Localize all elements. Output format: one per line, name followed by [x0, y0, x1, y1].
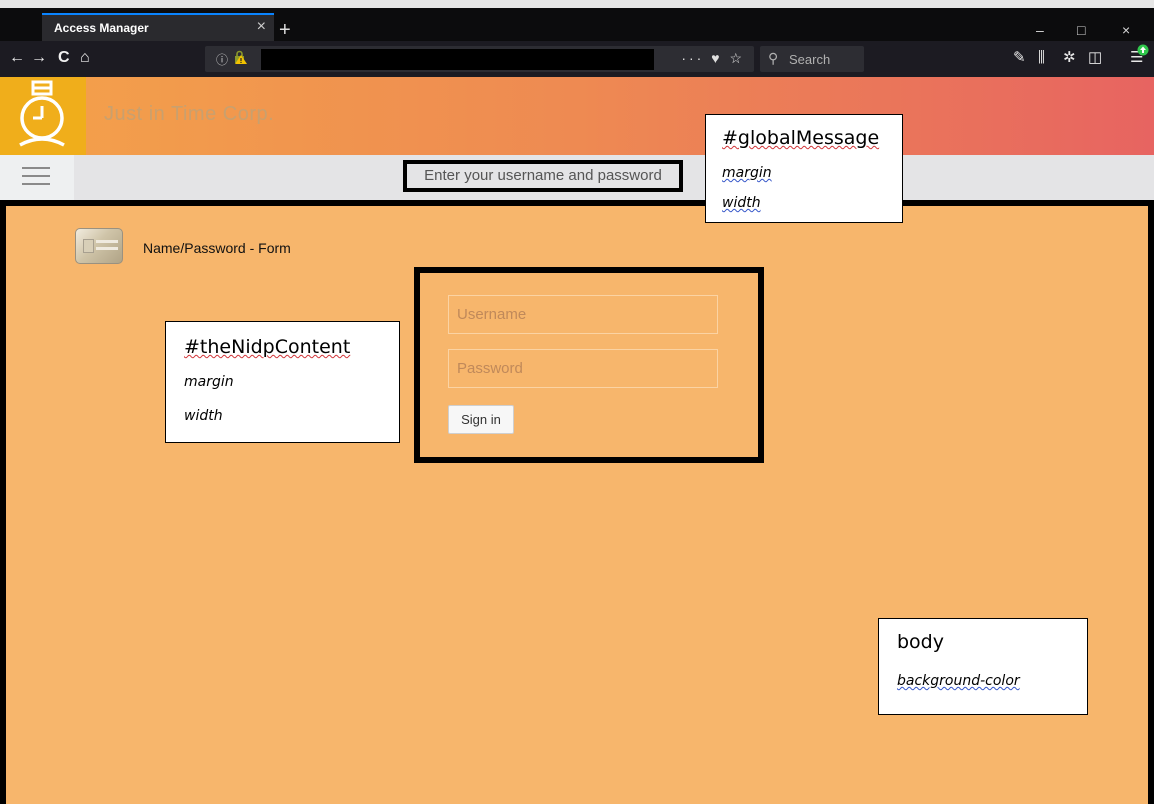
tab-title: Access Manager — [54, 21, 149, 35]
annotation-title: body — [897, 631, 944, 653]
url-text-redacted[interactable] — [261, 49, 654, 70]
search-icon: ⚲ — [768, 50, 779, 66]
menu-bar: Enter your username and password — [0, 155, 1154, 200]
id-card-icon[interactable] — [75, 228, 123, 264]
search-box[interactable]: ⚲ Search — [760, 46, 864, 72]
search-placeholder: Search — [789, 52, 831, 67]
annotation-prop: width — [184, 408, 223, 424]
annotation-prop: background-color — [897, 673, 1020, 689]
login-form: Sign in — [414, 267, 764, 463]
annotation-prop: width — [722, 195, 761, 211]
close-tab-icon[interactable]: × — [257, 18, 266, 36]
hamburger-cell[interactable] — [0, 155, 74, 200]
annotation-nidp-content: #theNidpContent margin width — [165, 321, 400, 443]
annotation-title: #globalMessage — [722, 127, 880, 149]
url-bar[interactable]: ⓘ ··· ♥ ☆ — [205, 46, 754, 72]
page-actions-icon[interactable]: ··· ♥ ☆ — [681, 50, 745, 67]
annotation-prop: margin — [722, 165, 772, 181]
stopwatch-icon — [19, 80, 65, 147]
minimize-icon[interactable]: – — [1036, 22, 1044, 38]
update-badge-icon — [1137, 44, 1149, 56]
forward-icon[interactable]: → — [31, 49, 47, 67]
library-icon[interactable]: ⫼ — [1038, 50, 1045, 66]
home-icon[interactable]: ⌂ — [80, 49, 90, 67]
company-logo — [0, 77, 86, 155]
annotation-global-message: #globalMessage margin width — [705, 114, 903, 223]
annotation-body: body background-color — [878, 618, 1088, 715]
navigation-toolbar: ← → C ⌂ ⓘ ··· ♥ ☆ ⚲ Search ✎ ⫼ ✲ ◫ ☰ — [0, 41, 1154, 77]
brand-header: Just in Time Corp. — [0, 77, 1154, 155]
password-input[interactable] — [448, 349, 718, 388]
site-info-icon[interactable]: ⓘ — [216, 51, 228, 68]
close-window-icon[interactable]: × — [1122, 22, 1130, 38]
company-name: Just in Time Corp. — [104, 103, 275, 125]
annotation-title: #theNidpContent — [184, 336, 351, 358]
back-icon[interactable]: ← — [9, 49, 25, 67]
new-tab-icon[interactable]: + — [279, 20, 291, 40]
annotation-prop: margin — [184, 374, 234, 390]
maximize-icon[interactable]: □ — [1077, 22, 1085, 38]
wrench-icon[interactable]: ✎ — [1013, 50, 1026, 66]
warning-lock-icon[interactable] — [232, 49, 248, 65]
global-message: Enter your username and password — [403, 160, 683, 192]
username-input[interactable] — [448, 295, 718, 334]
tab-access-manager[interactable]: Access Manager × — [42, 13, 274, 41]
tab-strip: Access Manager × + – □ × — [0, 8, 1154, 41]
sign-in-button[interactable]: Sign in — [448, 405, 514, 434]
sidebar-icon[interactable]: ◫ — [1088, 50, 1102, 66]
addon-icon[interactable]: ✲ — [1063, 50, 1076, 66]
reload-icon[interactable]: C — [58, 49, 70, 67]
window-top-edge — [0, 0, 1154, 8]
card-label[interactable]: Name/Password - Form — [143, 240, 291, 256]
hamburger-menu-icon[interactable] — [22, 167, 50, 187]
